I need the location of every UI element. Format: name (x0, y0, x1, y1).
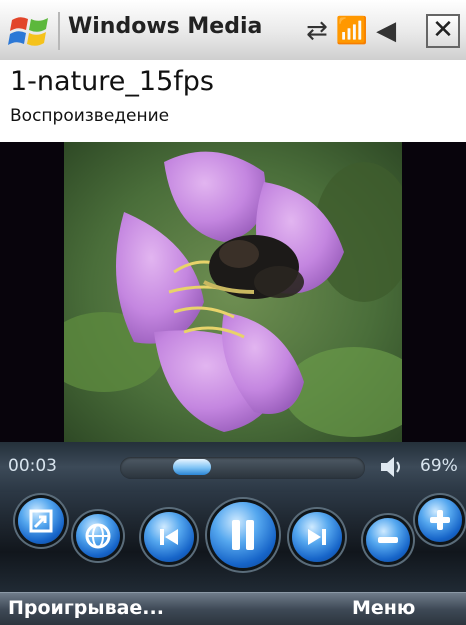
windows-start-icon[interactable] (8, 10, 52, 52)
elapsed-time: 00:03 (8, 456, 57, 476)
softkey-bar: Проигрывае... Меню (0, 592, 466, 625)
volume-down-button[interactable] (366, 518, 410, 562)
video-area[interactable] (0, 142, 466, 442)
fullscreen-icon (29, 509, 53, 533)
speaker-icon[interactable]: ◀︎ (376, 14, 396, 48)
signal-strength-icon[interactable]: 📶 (336, 14, 368, 48)
fullscreen-button[interactable] (18, 498, 64, 544)
plus-icon (430, 510, 450, 530)
minus-icon (378, 537, 398, 543)
title-separator (58, 12, 60, 50)
pause-button[interactable] (210, 502, 276, 568)
title-bar: Windows Media ⇄ 📶 ◀︎ ✕ (0, 0, 466, 61)
seek-bar-area: 00:03 69% (0, 442, 466, 492)
track-title: 1-nature_15fps (10, 66, 214, 97)
next-button[interactable] (292, 512, 342, 562)
video-frame-image (64, 142, 402, 442)
controls-bar (0, 492, 466, 592)
connectivity-icon[interactable]: ⇄ (306, 14, 328, 48)
volume-level: 69% (420, 456, 458, 476)
seek-thumb[interactable] (172, 459, 211, 475)
pause-icon (232, 520, 254, 550)
app-title: Windows Media (68, 14, 263, 39)
seek-track[interactable] (120, 457, 365, 479)
softkey-now-playing[interactable]: Проигрывае... (8, 597, 164, 619)
playback-status: Воспроизведение (10, 106, 170, 126)
status-icons: ⇄ 📶 ◀︎ (306, 14, 396, 48)
softkey-menu[interactable]: Меню (352, 597, 415, 619)
web-button[interactable] (76, 514, 120, 558)
media-player-screen: Windows Media ⇄ 📶 ◀︎ ✕ 1-nature_15fps Во… (0, 0, 466, 625)
volume-up-button[interactable] (418, 498, 462, 542)
previous-track-icon (160, 529, 178, 545)
close-button[interactable]: ✕ (426, 14, 460, 48)
volume-icon[interactable] (378, 455, 406, 479)
globe-icon (85, 523, 111, 549)
previous-button[interactable] (144, 512, 194, 562)
next-track-icon (308, 529, 326, 545)
track-info: 1-nature_15fps Воспроизведение (0, 60, 466, 142)
